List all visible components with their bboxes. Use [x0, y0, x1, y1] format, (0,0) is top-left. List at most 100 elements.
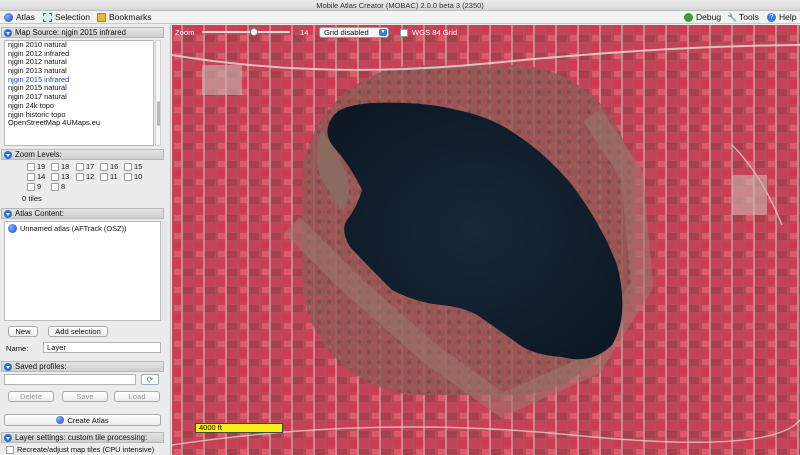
zoom-checkbox-18[interactable]: 18	[51, 162, 69, 171]
zoom-slider-knob[interactable]	[250, 28, 258, 36]
load-profile-button[interactable]: Load	[114, 391, 160, 402]
scale-bar: 4000 ft	[195, 423, 283, 433]
delete-profile-button[interactable]: Delete	[8, 391, 54, 402]
checkbox-box[interactable]	[27, 182, 35, 191]
globe-icon	[4, 13, 13, 22]
zoom-checkbox-9[interactable]: 9	[27, 182, 41, 191]
grid-select-value: Grid disabled	[324, 28, 369, 37]
zoom-checkbox-19[interactable]: 19	[27, 162, 45, 171]
chevron-down-icon: ▾	[379, 29, 387, 36]
globe-icon	[8, 224, 17, 233]
refresh-profiles-button[interactable]: ⟳	[141, 374, 159, 385]
menu-debug[interactable]: Debug	[684, 11, 721, 24]
zoom-level-label: 14	[37, 172, 46, 181]
zoom-checkbox-12[interactable]: 12	[76, 172, 94, 181]
zoom-level-label: 8	[61, 182, 66, 191]
wgs84-grid-label: WGS 84 Grid	[412, 28, 458, 37]
zoom-checkbox-11[interactable]: 11	[100, 172, 118, 181]
zoom-checkbox-16[interactable]: 16	[100, 162, 118, 171]
new-atlas-button[interactable]: New	[8, 326, 38, 337]
refresh-icon: ⟳	[146, 375, 154, 384]
menu-bookmarks[interactable]: Bookmarks	[97, 11, 152, 24]
grid-select[interactable]: Grid disabled ▾	[319, 27, 389, 38]
map-source-scrollbar[interactable]	[155, 40, 161, 146]
map-toolbar: Zoom 14 Grid disabled ▾ WGS 84 Grid	[172, 25, 800, 39]
zoom-level-label: 18	[61, 162, 70, 171]
checkbox-box[interactable]	[6, 445, 14, 454]
checkbox-box[interactable]	[124, 162, 132, 171]
atlas-content-header[interactable]: Atlas Content:	[1, 208, 164, 219]
zoom-level-label: 16	[110, 162, 119, 171]
zoom-slider[interactable]	[202, 31, 290, 33]
checkbox-box[interactable]	[76, 162, 84, 171]
checkbox-box[interactable]	[27, 172, 35, 181]
window-title: Mobile Atlas Creator (MOBAC) 2.0.0 beta …	[316, 1, 484, 10]
menu-atlas[interactable]: Atlas	[4, 11, 35, 24]
layer-name-field[interactable]: Layer	[43, 342, 161, 353]
zoom-levels-header[interactable]: Zoom Levels:	[1, 149, 164, 160]
left-panel: Map Source: njgin 2015 infrared njgin 20…	[0, 25, 171, 455]
checkbox-box[interactable]	[76, 172, 84, 181]
atlas-content-title: Atlas Content:	[15, 209, 64, 218]
checkbox-box[interactable]	[51, 162, 59, 171]
map-source-header[interactable]: Map Source: njgin 2015 infrared	[1, 27, 164, 38]
zoom-level-label: 10	[134, 172, 143, 181]
profile-select[interactable]	[4, 374, 136, 385]
menu-help[interactable]: ? Help	[767, 11, 796, 24]
globe-icon	[56, 416, 65, 424]
menu-tools[interactable]: 🔧 Tools	[727, 11, 759, 24]
checkbox-box[interactable]	[51, 182, 59, 191]
zoom-level-label: 11	[110, 172, 118, 181]
wrench-icon: 🔧	[727, 13, 737, 22]
zoom-checkbox-17[interactable]: 17	[76, 162, 94, 171]
zoom-level-label: 15	[134, 162, 143, 171]
scrollbar-thumb[interactable]	[157, 101, 160, 126]
help-icon: ?	[767, 13, 776, 22]
map-view[interactable]: Zoom 14 Grid disabled ▾ WGS 84 Grid 4000…	[172, 25, 800, 455]
zoom-value: 14	[300, 28, 309, 37]
save-profile-button[interactable]: Save	[62, 391, 108, 402]
zoom-checkbox-14[interactable]: 14	[27, 172, 45, 181]
menu-bar: Atlas Selection Bookmarks Debug 🔧 Tools …	[0, 11, 800, 24]
atlas-content-scrollbar[interactable]	[162, 221, 167, 321]
checkbox-box[interactable]	[124, 172, 132, 181]
checkbox-box[interactable]	[100, 162, 108, 171]
layer-name-label: Name:	[6, 344, 29, 353]
create-atlas-label: Create Atlas	[67, 415, 109, 425]
zoom-level-label: 19	[37, 162, 46, 171]
map-source-list[interactable]: njgin 2010 natural njgin 2012 infrared n…	[4, 40, 154, 146]
bookmark-icon	[97, 13, 106, 22]
layer-settings-header[interactable]: Layer settings: custom tile processing:	[1, 432, 164, 443]
bug-icon	[684, 13, 693, 22]
zoom-level-label: 9	[37, 182, 42, 191]
recreate-tiles-checkbox[interactable]: Recreate/adjust map tiles (CPU intensive…	[6, 445, 154, 454]
collapse-icon	[4, 362, 12, 371]
atlas-tree-item[interactable]: Unnamed atlas (AFTrack (OSZ))	[5, 222, 160, 235]
zoom-level-label: 12	[86, 172, 95, 181]
add-selection-button[interactable]: Add selection	[48, 326, 108, 337]
atlas-content-tree[interactable]: Unnamed atlas (AFTrack (OSZ))	[4, 221, 161, 321]
menu-selection[interactable]: Selection	[43, 11, 90, 24]
wgs84-grid-checkbox[interactable]	[400, 29, 408, 37]
menu-debug-label: Debug	[696, 12, 722, 22]
create-atlas-button[interactable]: Create Atlas	[4, 414, 161, 426]
recreate-tiles-label: Recreate/adjust map tiles (CPU intensive…	[17, 445, 155, 454]
checkbox-box[interactable]	[51, 172, 59, 181]
zoom-checkbox-10[interactable]: 10	[124, 172, 142, 181]
aerial-map-image[interactable]	[172, 25, 800, 455]
zoom-checkbox-15[interactable]: 15	[124, 162, 142, 171]
zoom-checkbox-13[interactable]: 13	[51, 172, 69, 181]
collapse-icon	[4, 209, 12, 218]
zoom-checkbox-8[interactable]: 8	[51, 182, 65, 191]
menu-selection-label: Selection	[55, 12, 90, 22]
checkbox-box[interactable]	[27, 162, 35, 171]
zoom-levels-title: Zoom Levels:	[15, 150, 62, 159]
collapse-icon	[4, 28, 12, 37]
atlas-name: Unnamed atlas (AFTrack (OSZ))	[20, 224, 127, 233]
window-title-bar: Mobile Atlas Creator (MOBAC) 2.0.0 beta …	[0, 0, 800, 11]
saved-profiles-header[interactable]: Saved profiles:	[1, 361, 164, 372]
checkbox-box[interactable]	[100, 172, 108, 181]
menu-tools-label: Tools	[739, 12, 759, 22]
zoom-level-label: 17	[86, 162, 95, 171]
list-item[interactable]: OpenStreetMap 4UMaps.eu	[5, 118, 153, 128]
